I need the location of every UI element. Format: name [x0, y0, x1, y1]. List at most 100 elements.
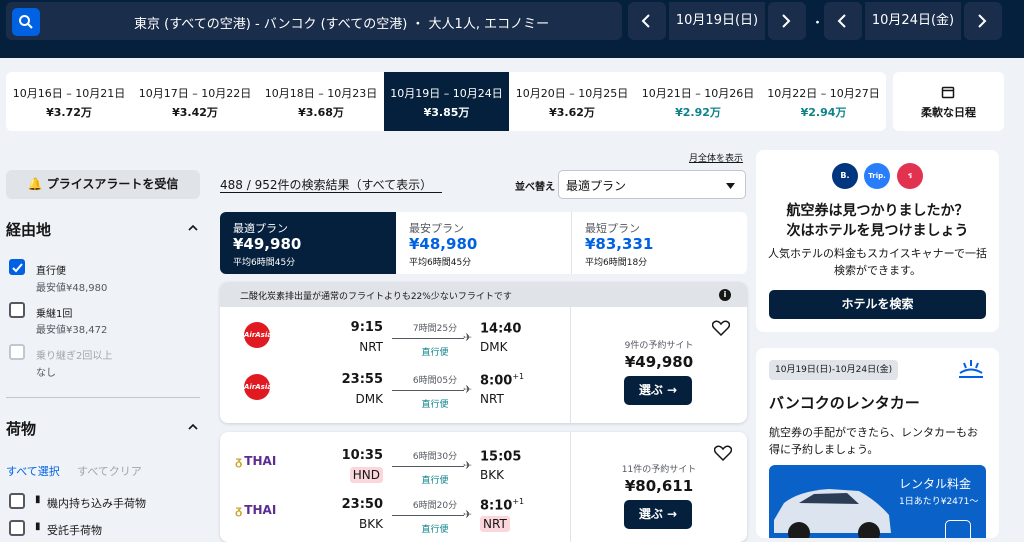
- tab-price: ¥49,980: [233, 235, 302, 253]
- flight-price: ¥80,611: [624, 477, 694, 495]
- select-button[interactable]: 選ぶ →: [624, 376, 692, 405]
- car-rental-ad-card[interactable]: 10月19日(日)-10月24日(金) バンコクのレンタカー 航空券の手配ができ…: [756, 348, 999, 538]
- return-date[interactable]: 10月24日(金): [865, 2, 961, 40]
- tab-cheapest[interactable]: 最安プラン ¥48,980 平均6時間45分: [396, 212, 572, 274]
- flexible-dates-button[interactable]: 柔軟な日程: [893, 72, 1004, 131]
- search-summary[interactable]: 東京 (すべての空港) - バンコク (すべての空港) ・ 大人1人, エコノミ…: [6, 2, 622, 40]
- sort-tabs: 最適プラン ¥49,980 平均6時間45分 最安プラン ¥48,980 平均6…: [220, 212, 747, 274]
- arrival-time-value: 15:05: [480, 449, 522, 465]
- stops-label: 直行便: [421, 476, 449, 486]
- departure-time: 23:55: [341, 372, 383, 387]
- stop-option-label: 直行便: [36, 266, 66, 277]
- date-option-range: 10月22日 – 10月27日: [767, 87, 880, 100]
- flight-card[interactable]: 二酸化炭素排出量が通常のフライトよりも22%少ないフライトです i AirAsi…: [220, 282, 747, 423]
- plane-icon: ✈: [463, 383, 473, 396]
- date-option-range: 10月19日 – 10月24日: [390, 87, 503, 100]
- baggage-option-label: 機内持ち込み手荷物: [47, 497, 146, 510]
- departure-airport: NRT: [359, 340, 383, 354]
- search-icon[interactable]: [12, 8, 40, 36]
- date-option-price: ¥2.92万: [675, 106, 721, 119]
- tab-fastest[interactable]: 最短プラン ¥83,331 平均6時間18分: [572, 212, 747, 274]
- next-outbound-date-button[interactable]: [768, 2, 806, 40]
- info-icon[interactable]: i: [719, 289, 731, 301]
- day-offset: +1: [512, 372, 525, 381]
- date-option-selected[interactable]: 10月19日 – 10月24日 ¥3.85万: [384, 72, 509, 131]
- eco-banner-text: 二酸化炭素排出量が通常のフライトよりも22%少ないフライトです: [240, 292, 512, 302]
- departure-time: 10:35: [341, 448, 383, 463]
- arrival-time-value: 8:00: [480, 373, 513, 389]
- prev-outbound-date-button[interactable]: [628, 2, 666, 40]
- chevron-up-icon[interactable]: [188, 224, 198, 231]
- stops-label: 直行便: [421, 525, 449, 535]
- checked-bag-checkbox[interactable]: [9, 520, 25, 536]
- heart-icon[interactable]: [714, 445, 732, 461]
- route-line: [392, 466, 464, 467]
- airasia-logo: AirAsia: [244, 322, 272, 348]
- flight-price: ¥49,980: [624, 353, 694, 371]
- sort-select[interactable]: 最適プラン: [558, 170, 746, 199]
- arrival-airport: NRT: [480, 516, 510, 532]
- arrival-time: 14:40: [480, 320, 521, 336]
- direct-checkbox[interactable]: [9, 259, 25, 275]
- arrow-right-icon[interactable]: [945, 520, 971, 538]
- baggage-title: 荷物: [6, 420, 37, 438]
- car-icon: [774, 489, 891, 538]
- airline-name: THAI: [244, 454, 277, 468]
- stop-option-label: 乗継1回: [36, 309, 73, 320]
- one-stop-checkbox[interactable]: [9, 302, 25, 318]
- car-rental-title: バンコクのレンタカー: [769, 394, 920, 412]
- tab-price: ¥48,980: [409, 235, 478, 253]
- trip-logo: Trip.: [864, 163, 890, 189]
- outbound-date[interactable]: 10月19日(日): [669, 2, 765, 40]
- date-option[interactable]: 10月21日 – 10月26日 ¥2.92万: [635, 72, 761, 131]
- prev-return-date-button[interactable]: [824, 2, 862, 40]
- airport-highlight: NRT: [480, 516, 510, 532]
- select-button[interactable]: 選ぶ →: [624, 500, 692, 529]
- chevron-up-icon[interactable]: [188, 423, 198, 430]
- clear-all-link[interactable]: すべてクリア: [77, 463, 142, 479]
- tab-best[interactable]: 最適プラン ¥49,980 平均6時間45分: [220, 212, 396, 274]
- date-option-range: 10月17日 – 10月22日: [138, 87, 252, 100]
- arrival-time: 8:00+1: [480, 372, 524, 388]
- price-alert-button[interactable]: 🔔 プライスアラートを受信: [6, 170, 200, 199]
- car-image: レンタル料金 1日あたり¥2471〜: [769, 465, 986, 538]
- luggage-icon: ▮: [35, 521, 41, 532]
- booking-sites-count: 9件の予約サイト: [624, 341, 694, 351]
- date-option[interactable]: 10月20日 – 10月25日 ¥3.62万: [509, 72, 635, 131]
- results-count-underline: [220, 192, 442, 193]
- date-option[interactable]: 10月17日 – 10月22日 ¥3.42万: [132, 72, 258, 131]
- date-option-range: 10月21日 – 10月26日: [641, 87, 755, 100]
- arrival-time-value: 14:40: [480, 321, 522, 337]
- tab-title: 最安プラン: [409, 222, 464, 235]
- date-option-price: ¥2.94万: [800, 106, 847, 119]
- divider: [6, 397, 200, 398]
- flight-leg-return: AirAsia 23:55 DMK 6時間05分 ✈ 直行便 8:00+1 NR…: [220, 368, 570, 418]
- select-all-link[interactable]: すべて選択: [6, 463, 60, 479]
- two-plus-stops-checkbox: [9, 344, 25, 360]
- date-option[interactable]: 10月18日 – 10月23日 ¥3.68万: [258, 72, 384, 131]
- date-option[interactable]: 10月16日 – 10月21日 ¥3.72万: [6, 72, 132, 131]
- whole-month-link[interactable]: 月全体を表示: [689, 151, 743, 164]
- route-summary: 東京 (すべての空港) - バンコク (すべての空港) ・ 大人1人, エコノミ…: [134, 17, 550, 32]
- carry-on-checkbox[interactable]: [9, 493, 25, 509]
- flight-card[interactable]: ᵹ THAI 10:35 HND 6時間30分 ✈ 直行便 15:05 BKK ᵹ…: [220, 432, 747, 542]
- chevron-right-icon: [978, 14, 987, 28]
- next-return-date-button[interactable]: [964, 2, 1002, 40]
- date-separator: ・: [811, 16, 825, 31]
- stops-label: 直行便: [421, 400, 449, 410]
- date-option-range: 10月16日 – 10月21日: [12, 87, 126, 100]
- results-count[interactable]: 488 / 952件の検索結果（すべて表示）: [220, 176, 432, 193]
- day-offset: +1: [512, 497, 525, 506]
- departure-time: 9:15: [350, 320, 383, 335]
- date-option[interactable]: 10月22日 – 10月27日 ¥2.94万: [761, 72, 886, 131]
- stop-option-price: なし: [36, 368, 56, 379]
- hotel-ad-card: B. Trip. ร 航空券は見つかりましたか？ 次はホテルを見つけましょう 人…: [756, 150, 999, 332]
- search-hotels-button[interactable]: ホテルを検索: [769, 290, 986, 319]
- stop-option-price: 最安値¥38,472: [36, 325, 108, 336]
- stop-option-label: 乗り継ぎ2回以上: [36, 351, 113, 362]
- departure-airport: DMK: [355, 392, 383, 406]
- luggage-icon: ▮: [35, 494, 41, 505]
- heart-icon[interactable]: [712, 320, 730, 336]
- stops-title: 経由地: [6, 221, 52, 239]
- baggage-option-label: 受託手荷物: [47, 524, 102, 537]
